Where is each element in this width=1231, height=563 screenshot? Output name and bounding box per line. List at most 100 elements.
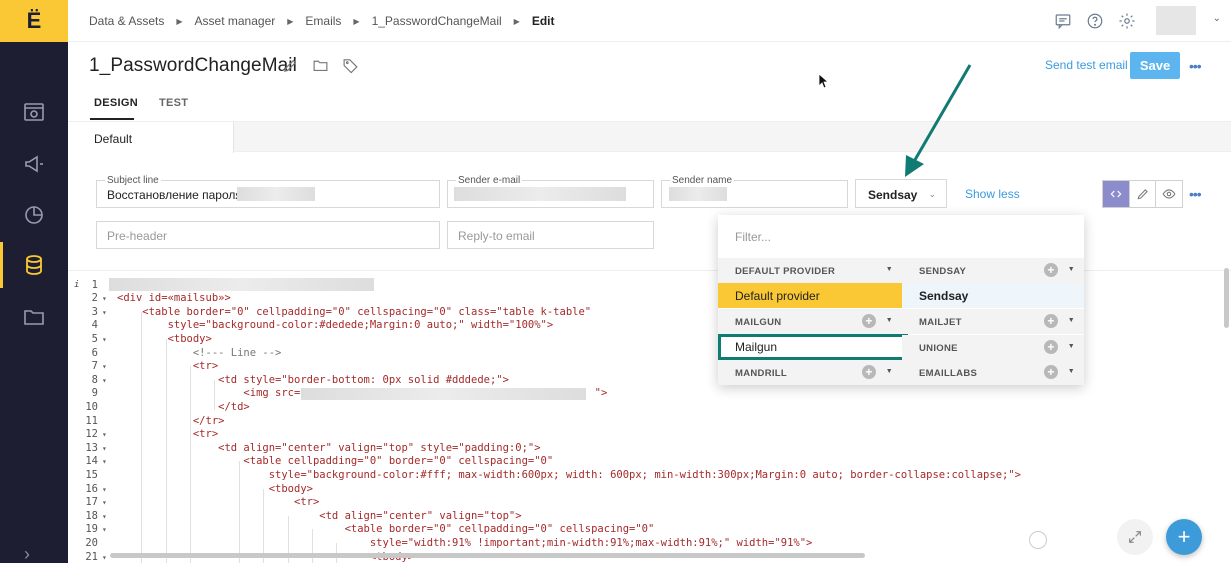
rail-expand-chevron-icon[interactable]: › xyxy=(24,545,30,563)
code-line: </td> xyxy=(117,400,250,413)
fold-toggle-icon[interactable]: ▾ xyxy=(102,376,107,385)
fold-toggle-icon[interactable]: ▾ xyxy=(102,485,107,494)
app-logo[interactable]: Ё xyxy=(0,0,68,42)
breadcrumb-item[interactable]: Data & Assets xyxy=(89,14,164,28)
fold-toggle-icon[interactable]: ▾ xyxy=(102,430,107,439)
nav-data-database-icon[interactable] xyxy=(0,240,68,290)
fold-toggle-icon[interactable]: ▾ xyxy=(102,294,107,303)
preview-eye-icon[interactable] xyxy=(1156,181,1182,207)
line-number: 12 xyxy=(85,428,98,441)
subject-line-label: Subject line xyxy=(105,175,161,186)
sender-name-label: Sender name xyxy=(670,175,735,186)
fold-toggle-icon[interactable]: ▾ xyxy=(102,512,107,521)
chat-icon[interactable] xyxy=(1054,12,1072,35)
group-emaillabs[interactable]: EMAILLABS + ▼ xyxy=(902,360,1084,385)
nav-analytics-pie-icon[interactable] xyxy=(0,189,68,239)
breadcrumb-item[interactable]: 1_PasswordChangeMail xyxy=(372,14,502,28)
line-number: 3 xyxy=(91,305,98,318)
add-plus-icon[interactable]: + xyxy=(1044,340,1058,354)
fold-toggle-icon[interactable]: ▾ xyxy=(102,498,107,507)
show-less-link[interactable]: Show less xyxy=(965,187,1020,201)
vertical-scrollbar[interactable] xyxy=(1224,268,1229,328)
folder-icon[interactable] xyxy=(312,57,329,79)
code-line: <tbody> xyxy=(117,482,313,495)
fold-toggle-icon[interactable]: ▾ xyxy=(102,457,107,466)
preheader-placeholder: Pre-header xyxy=(107,229,168,243)
group-unione[interactable]: UNIONE + ▼ xyxy=(902,335,1084,360)
edit-pencil-icon[interactable] xyxy=(282,57,299,79)
reply-to-email-field[interactable]: Reply-to email xyxy=(447,221,654,249)
option-mailgun[interactable]: Mailgun xyxy=(718,334,908,360)
mouse-cursor-icon xyxy=(818,73,830,89)
code-line: <tr> xyxy=(117,496,320,509)
more-actions-icon[interactable]: ••• xyxy=(1189,58,1202,74)
caret-down-icon: ▼ xyxy=(1067,266,1075,273)
expand-fullscreen-icon[interactable] xyxy=(1117,519,1153,555)
add-plus-icon[interactable]: + xyxy=(1044,365,1058,379)
tag-icon[interactable] xyxy=(342,57,359,79)
group-label: MANDRILL xyxy=(735,368,788,379)
code-view-icon[interactable] xyxy=(1103,181,1130,207)
add-block-button[interactable]: + xyxy=(1166,519,1202,555)
avatar-chevron-down-icon[interactable]: ⌄ xyxy=(1213,13,1221,24)
group-sendsay[interactable]: SENDSAY + ▼ xyxy=(902,258,1084,283)
add-plus-icon[interactable]: + xyxy=(862,314,876,328)
fold-toggle-icon[interactable]: ▾ xyxy=(102,444,107,453)
subject-line-field[interactable]: Subject line Восстановление пароля xyxy=(96,175,440,208)
more-options-icon[interactable]: ••• xyxy=(1189,186,1202,202)
breadcrumb-item[interactable]: Asset manager xyxy=(195,14,276,28)
option-sendsay[interactable]: Sendsay xyxy=(902,283,1084,308)
option-label: Default provider xyxy=(735,289,820,303)
fold-toggle-icon[interactable]: ▾ xyxy=(102,525,107,534)
option-default-provider[interactable]: Default provider xyxy=(718,283,902,308)
breadcrumb-item[interactable]: Emails xyxy=(305,14,341,28)
sender-name-field[interactable]: Sender name xyxy=(661,175,848,208)
option-label: Mailgun xyxy=(735,340,778,354)
indent-guide xyxy=(263,489,264,563)
indent-guide xyxy=(190,366,191,563)
provider-select[interactable]: Sendsay ⌄ xyxy=(855,179,947,208)
line-number: 15 xyxy=(85,468,98,481)
redacted-text xyxy=(454,187,626,201)
app-root: Ё › Data & Assets ▶ Asset manager ▶ Emails… xyxy=(0,0,1231,563)
code-line: <tbody> xyxy=(117,332,212,345)
subject-line-value: Восстановление пароля xyxy=(107,188,242,202)
user-avatar[interactable] xyxy=(1156,6,1196,35)
group-label: DEFAULT PROVIDER xyxy=(735,266,836,277)
settings-gear-icon[interactable] xyxy=(1118,12,1136,35)
group-default-provider[interactable]: DEFAULT PROVIDER ▼ xyxy=(718,258,902,283)
fold-toggle-icon[interactable]: ▾ xyxy=(102,308,107,317)
scroll-handle[interactable] xyxy=(1029,531,1047,549)
group-mandrill[interactable]: MANDRILL + ▼ xyxy=(718,360,902,385)
caret-down-icon: ▼ xyxy=(885,317,893,324)
nav-dashboard-icon[interactable] xyxy=(0,87,68,137)
send-test-email-link[interactable]: Send test email xyxy=(1045,58,1128,72)
provider-filter-input[interactable]: Filter... xyxy=(735,230,771,244)
code-line: style="width:91% !important;min-width:91… xyxy=(117,536,813,549)
tab-design[interactable]: DESIGN xyxy=(94,97,138,109)
nav-folder-icon[interactable] xyxy=(0,292,68,342)
code-line: <tr> xyxy=(117,360,219,373)
visual-edit-pencil-icon[interactable] xyxy=(1130,181,1157,207)
group-mailgun[interactable]: MAILGUN + ▼ xyxy=(718,309,902,334)
line-number: 21 xyxy=(85,550,98,563)
fold-toggle-icon[interactable]: ▾ xyxy=(102,362,107,371)
nav-campaigns-megaphone-icon[interactable] xyxy=(0,139,68,189)
add-plus-icon[interactable]: + xyxy=(1044,263,1058,277)
horizontal-scrollbar[interactable] xyxy=(110,553,865,558)
fold-toggle-icon[interactable]: ▾ xyxy=(102,335,107,344)
tab-test[interactable]: TEST xyxy=(159,97,188,109)
variant-tab-default[interactable]: Default xyxy=(68,122,234,153)
line-number: 1 xyxy=(91,278,98,291)
save-button[interactable]: Save xyxy=(1130,52,1180,79)
preheader-field[interactable]: Pre-header xyxy=(96,221,440,249)
add-plus-icon[interactable]: + xyxy=(1044,314,1058,328)
fold-toggle-icon[interactable]: ▾ xyxy=(102,553,107,562)
page-title: 1_PasswordChangeMail xyxy=(89,55,297,76)
help-icon[interactable] xyxy=(1086,12,1104,35)
group-mailjet[interactable]: MAILJET + ▼ xyxy=(902,309,1084,334)
breadcrumb-separator-icon: ▶ xyxy=(176,16,183,26)
line-number: 7 xyxy=(91,360,98,373)
sender-email-field[interactable]: Sender e-mail xyxy=(447,175,654,208)
add-plus-icon[interactable]: + xyxy=(862,365,876,379)
